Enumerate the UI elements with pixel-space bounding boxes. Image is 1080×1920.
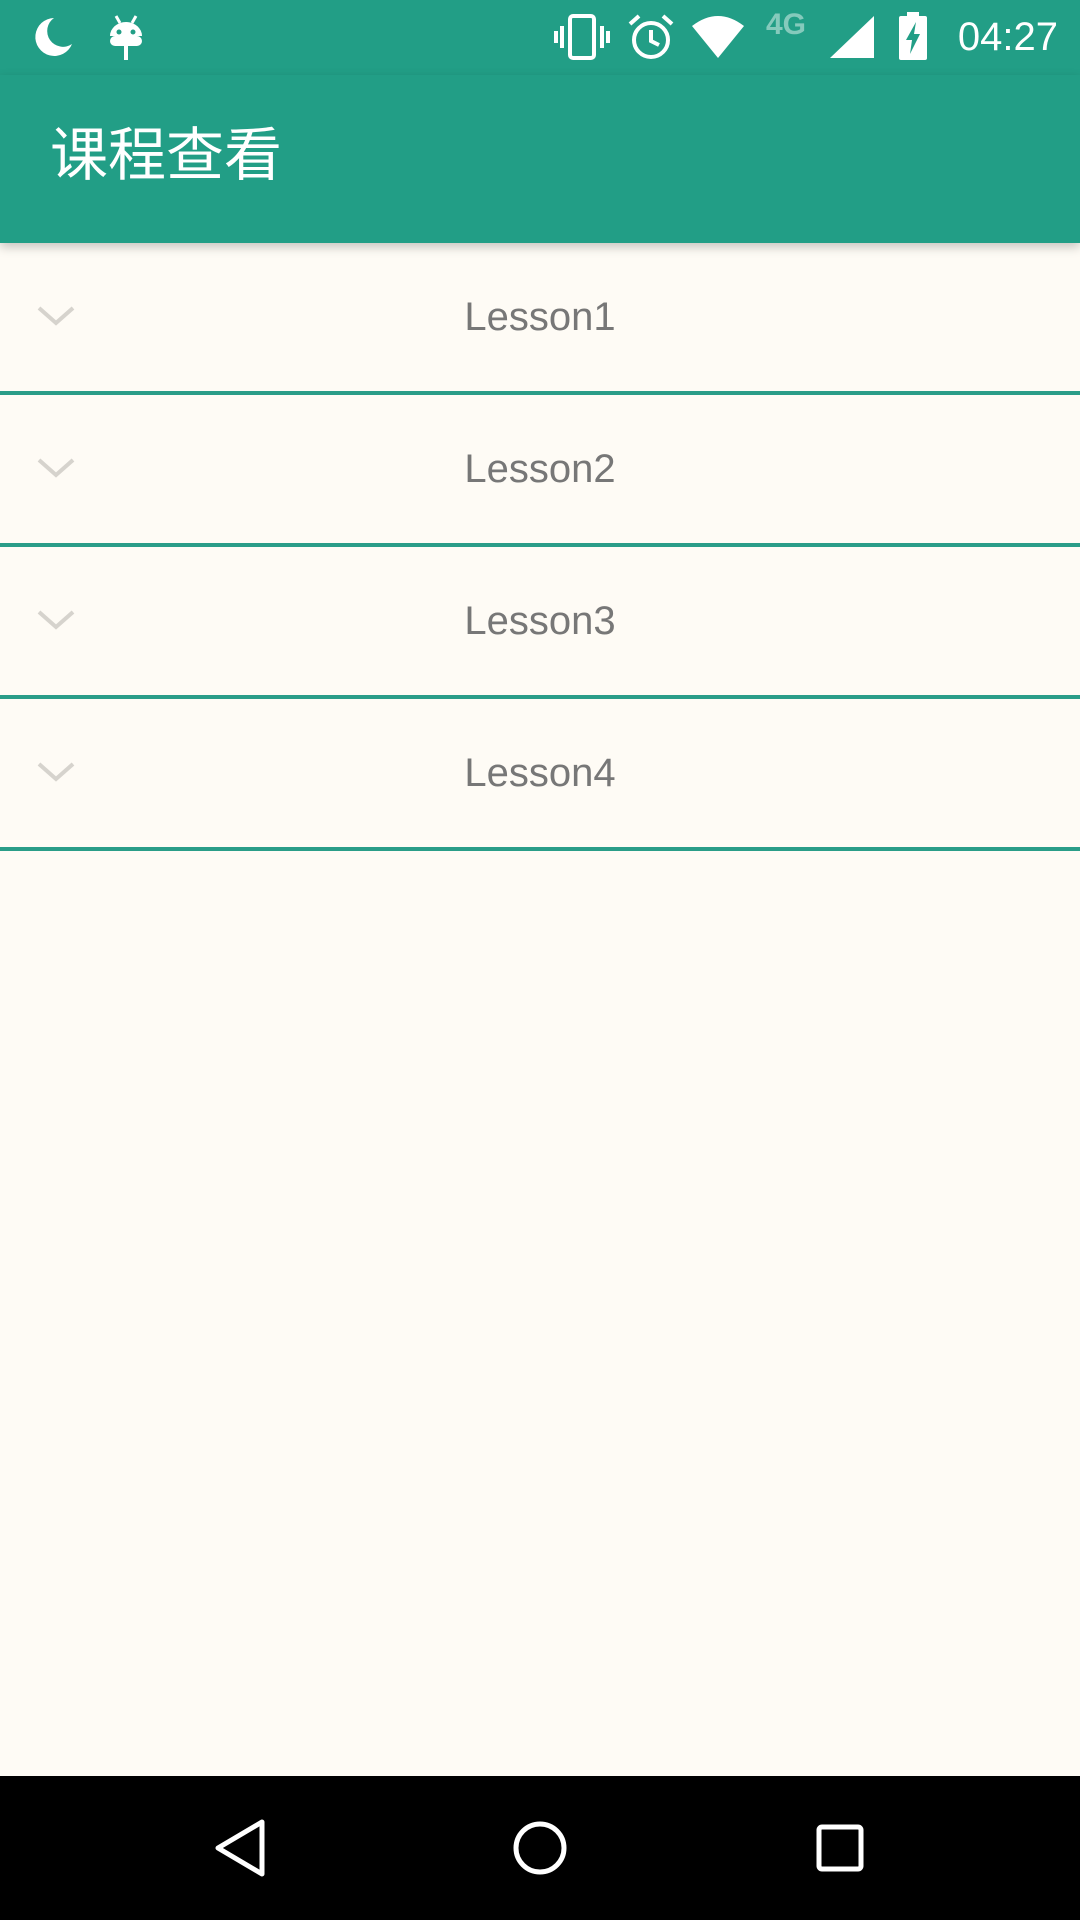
network-type-label: 4G bbox=[766, 8, 807, 41]
recents-button[interactable] bbox=[790, 1798, 890, 1898]
home-button[interactable] bbox=[490, 1798, 590, 1898]
lesson-label: Lesson2 bbox=[464, 447, 616, 491]
alarm-icon bbox=[628, 14, 674, 60]
lesson-item-3[interactable]: Lesson3 bbox=[0, 547, 1080, 699]
lesson-item-1[interactable]: Lesson1 bbox=[0, 243, 1080, 395]
vibrate-icon bbox=[554, 14, 610, 60]
android-debug-icon bbox=[106, 14, 146, 62]
lesson-item-2[interactable]: Lesson2 bbox=[0, 395, 1080, 547]
page-title: 课程查看 bbox=[50, 121, 283, 189]
lesson-label: Lesson4 bbox=[464, 751, 616, 795]
wifi-icon bbox=[690, 14, 746, 60]
moon-icon bbox=[30, 14, 76, 60]
battery-charging-icon bbox=[897, 12, 929, 62]
lesson-label: Lesson3 bbox=[464, 599, 616, 643]
signal-icon bbox=[828, 14, 876, 60]
navigation-bar bbox=[0, 1776, 1080, 1920]
screen: 4G 04:27 课程查看 Lesson1 Lesson2 Lesson3 Le… bbox=[0, 0, 1080, 1920]
app-bar: 课程查看 bbox=[0, 75, 1080, 243]
recents-icon bbox=[790, 1824, 890, 1902]
lesson-item-4[interactable]: Lesson4 bbox=[0, 699, 1080, 851]
home-icon bbox=[490, 1821, 590, 1902]
status-bar: 4G 04:27 bbox=[0, 0, 1080, 75]
back-icon bbox=[190, 1819, 290, 1902]
lesson-label: Lesson1 bbox=[464, 295, 616, 339]
back-button[interactable] bbox=[190, 1798, 290, 1898]
lesson-list: Lesson1 Lesson2 Lesson3 Lesson4 bbox=[0, 243, 1080, 851]
status-time: 04:27 bbox=[957, 15, 1058, 59]
